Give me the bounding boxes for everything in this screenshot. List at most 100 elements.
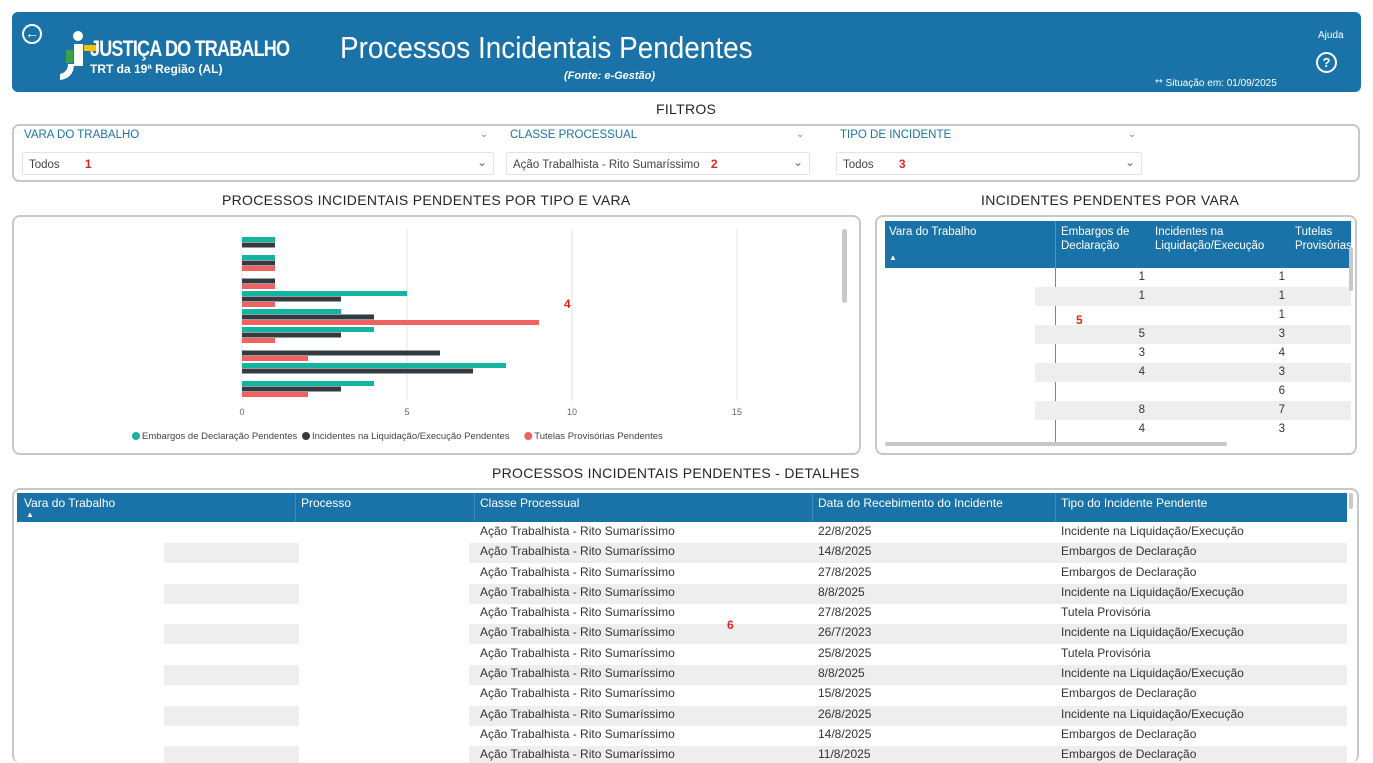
pivot-title: INCIDENTES PENDENTES POR VARA [981, 192, 1240, 208]
bar [242, 363, 506, 368]
annotation-marker: 2 [710, 157, 718, 171]
filters-panel: VARA DO TRABALHO ⌄ Todos 1 ⌄ CLASSE PROC… [12, 124, 1360, 182]
table-row[interactable]: Ação Trabalhista - Rito Sumaríssimo 25/8/… [17, 645, 1347, 665]
classe-cell: Ação Trabalhista - Rito Sumaríssimo [480, 625, 675, 640]
pivot-vertical-scrollbar[interactable] [1349, 247, 1353, 291]
pivot-cell: 1 [1278, 309, 1285, 321]
bar [242, 386, 341, 392]
pivot-cell: 7 [1278, 404, 1285, 416]
filter-label-vara: VARA DO TRABALHO [24, 129, 140, 141]
pivot-row[interactable]: 43 [885, 420, 1351, 439]
chevron-down-icon[interactable]: ⌄ [480, 129, 488, 140]
pivot-row[interactable]: 43 [885, 363, 1351, 382]
pivot-header-embargos[interactable]: Embargos de Declaração [1057, 221, 1151, 268]
tipo-cell: Embargos de Declaração [1061, 726, 1197, 741]
pivot-cell [1057, 306, 1151, 325]
data-cell: 25/8/2025 [818, 645, 872, 660]
classe-cell: Ação Trabalhista - Rito Sumaríssimo [480, 706, 675, 721]
details-col-divider [812, 493, 813, 522]
tipo-cell: Incidente na Liquidação/Execução [1061, 625, 1244, 640]
sort-ascending-icon: ▲ [26, 510, 34, 519]
pivot-cell: 3 [1278, 366, 1285, 378]
legend-label: Tutelas Provisórias Pendentes [534, 431, 663, 442]
annotation-marker: 6 [727, 618, 734, 632]
table-row[interactable]: Ação Trabalhista - Rito Sumaríssimo 27/8/… [17, 564, 1347, 584]
sort-ascending-icon: ▲ [889, 253, 897, 262]
bar [242, 381, 374, 386]
bar [242, 309, 341, 314]
pivot-cell: 5 [1138, 328, 1145, 340]
pivot-row[interactable]: 11 [885, 268, 1351, 287]
table-row[interactable]: Ação Trabalhista - Rito Sumaríssimo 11/8/… [17, 746, 1347, 763]
pivot-row[interactable]: 6 [885, 382, 1351, 401]
table-row[interactable]: Ação Trabalhista - Rito Sumaríssimo 14/8/… [17, 726, 1347, 746]
filter-select-classe[interactable]: Ação Trabalhista - Rito Sumaríssimo 2 ⌄ [506, 152, 810, 175]
chart-title: PROCESSOS INCIDENTAIS PENDENTES POR TIPO… [222, 192, 631, 208]
classe-cell: Ação Trabalhista - Rito Sumaríssimo [480, 726, 675, 741]
details-vertical-scrollbar[interactable] [1349, 493, 1353, 509]
tipo-cell: Tutela Provisória [1061, 605, 1151, 620]
pivot-row[interactable]: 11 [885, 287, 1351, 306]
classe-cell: Ação Trabalhista - Rito Sumaríssimo [480, 584, 675, 599]
table-row[interactable]: Ação Trabalhista - Rito Sumaríssimo 15/8/… [17, 685, 1347, 705]
data-cell: 26/8/2025 [818, 706, 872, 721]
filter-select-vara[interactable]: Todos 1 ⌄ [22, 152, 494, 175]
table-row[interactable]: Ação Trabalhista - Rito Sumaríssimo 27/8/… [17, 604, 1347, 624]
annotation-marker: 1 [84, 157, 92, 171]
pivot-vara-cell [885, 344, 1035, 363]
details-header-tipo[interactable]: Tipo do Incidente Pendente [1061, 496, 1207, 510]
chart-scrollbar[interactable] [842, 229, 847, 303]
pivot-horizontal-scrollbar[interactable] [885, 442, 1227, 446]
pivot-row[interactable]: 87 [885, 401, 1351, 420]
pivot-row[interactable]: 53 [885, 325, 1351, 344]
pivot-vara-cell [885, 401, 1035, 420]
tipo-cell: Embargos de Declaração [1061, 544, 1197, 559]
details-header-vara[interactable]: Vara do Trabalho [24, 496, 115, 510]
page-source: (Fonte: e-Gestão) [564, 70, 656, 82]
table-row[interactable]: Ação Trabalhista - Rito Sumaríssimo 8/8/2… [17, 583, 1347, 604]
tipo-cell: Incidente na Liquidação/Execução [1061, 706, 1244, 721]
bar [242, 356, 308, 361]
pivot-header-tutelas[interactable]: Tutelas Provisórias [1291, 221, 1351, 268]
legend-swatch [132, 432, 140, 440]
tipo-cell: Incidente na Liquidação/Execução [1061, 666, 1244, 681]
chevron-down-icon[interactable]: ⌄ [796, 129, 804, 140]
bar [242, 242, 275, 248]
details-header-data[interactable]: Data do Recebimento do Incidente [818, 496, 1003, 510]
details-col-divider [1055, 493, 1056, 522]
pivot-row[interactable]: 1 [885, 306, 1351, 325]
pivot-vara-cell [885, 287, 1035, 306]
data-cell: 27/8/2025 [818, 605, 872, 620]
pivot-cell: 8 [1138, 404, 1145, 416]
pivot-cell: 4 [1138, 366, 1145, 378]
annotation-marker: 4 [564, 297, 571, 311]
page-title: Processos Incidentais Pendentes [340, 30, 753, 65]
pivot-header-incidentes[interactable]: Incidentes na Liquidação/Execução [1151, 221, 1291, 268]
classe-cell: Ação Trabalhista - Rito Sumaríssimo [480, 564, 675, 579]
pivot-row[interactable]: 34 [885, 344, 1351, 363]
pivot-header-vara[interactable]: Vara do Trabalho ▲ [885, 221, 1057, 268]
annotation-marker: 3 [898, 157, 906, 171]
filter-select-tipo[interactable]: Todos 3 ⌄ [836, 152, 1142, 175]
bar [242, 368, 473, 374]
table-row[interactable]: Ação Trabalhista - Rito Sumaríssimo 26/7/… [17, 624, 1347, 645]
bar [242, 320, 539, 325]
details-title: PROCESSOS INCIDENTAIS PENDENTES - DETALH… [492, 465, 860, 481]
chevron-down-icon: ⌄ [476, 155, 487, 169]
details-header-classe[interactable]: Classe Processual [480, 496, 579, 510]
classe-cell: Ação Trabalhista - Rito Sumaríssimo [480, 645, 675, 660]
pivot-vara-cell [885, 325, 1035, 344]
back-arrow-icon[interactable]: ← [22, 24, 42, 44]
table-row[interactable]: Ação Trabalhista - Rito Sumaríssimo 8/8/2… [17, 665, 1347, 686]
pivot-cell: 4 [1138, 423, 1145, 435]
pivot-cell: 1 [1138, 271, 1145, 283]
filters-title: FILTROS [656, 101, 717, 117]
filter-value-classe: Ação Trabalhista - Rito Sumaríssimo [513, 159, 700, 171]
details-header-processo[interactable]: Processo [301, 496, 351, 510]
table-row[interactable]: Ação Trabalhista - Rito Sumaríssimo 22/8/… [17, 523, 1347, 543]
help-circle-icon[interactable]: ? [1316, 52, 1337, 73]
table-row[interactable]: Ação Trabalhista - Rito Sumaríssimo 26/8/… [17, 705, 1347, 726]
data-cell: 26/7/2023 [818, 625, 872, 640]
table-row[interactable]: Ação Trabalhista - Rito Sumaríssimo 14/8/… [17, 543, 1347, 564]
chevron-down-icon[interactable]: ⌄ [1128, 129, 1136, 140]
